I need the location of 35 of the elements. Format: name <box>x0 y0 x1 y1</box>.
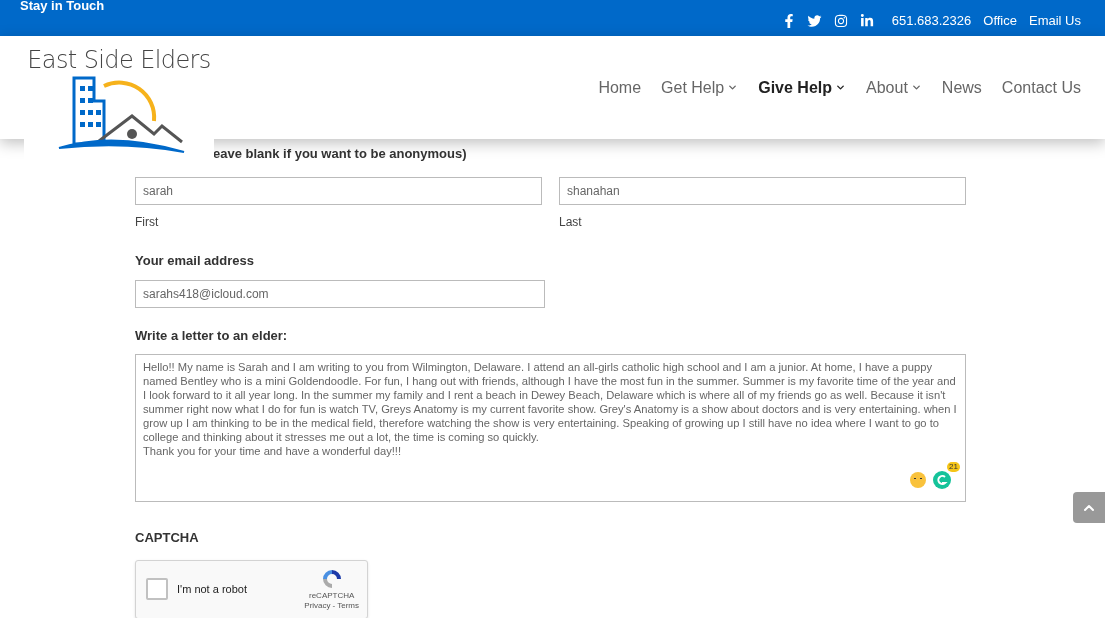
linkedin-icon[interactable] <box>859 13 874 28</box>
email-field[interactable]: sarahs418@icloud.com <box>135 279 545 308</box>
facebook-icon[interactable] <box>782 13 795 28</box>
robot-checkbox[interactable] <box>146 578 168 600</box>
nav-item[interactable]: Give Help <box>758 75 847 100</box>
instagram-icon[interactable] <box>833 13 848 28</box>
privacy-link[interactable]: Privacy <box>304 601 331 611</box>
top-link[interactable]: Office <box>983 11 1017 31</box>
nav-item[interactable]: News <box>941 75 982 100</box>
text-field[interactable]: shanahan <box>559 177 966 205</box>
name-label: eave blank if you want to be anonymous) <box>213 145 468 163</box>
recaptcha-brand: reCAPTCHA <box>309 591 355 601</box>
nav-item[interactable]: Home <box>598 75 642 100</box>
twitter-icon[interactable] <box>806 13 822 28</box>
scroll-top-button[interactable] <box>1073 492 1105 523</box>
phone-link[interactable]: 651.683.2326 <box>891 11 972 31</box>
letter-textarea[interactable] <box>135 354 966 502</box>
letter-text: Hello!! My name is Sarah and I am writing to you from Wilmington, Delaware. I attend an all-girls catholic high school and I am a junior. At home, I have a puppy named Bentley who is a mini Goldendoodle. For fun, I hang out with friends, although I have the most fun in the summer. Summer is my favorite time of the year and I look forward to it all year long. In the summer my family and I rent a beach in Dewey Beach, Delaware which is where all of my friends go as well. Because it isn't summer right now what I do for fun is watch TV, Greys Anatomy is my current favorite show. Grey's Anatomy is a show about doctors and is very entertaining. when I grow up I am thinking to be in the medical field, therefore watching the show is very entertaining. Speaking of growing up I still have no idea where I want to go to college and thinking about it stresses me out a lot, the time is coming so quickly. Thank you for your time and have a wonderful day!!! <box>143 360 958 458</box>
logo-text: East Side Elders <box>27 45 211 76</box>
top-link[interactable]: Email Us <box>1029 11 1081 31</box>
captcha-label: CAPTCHA <box>135 529 200 547</box>
nav-item[interactable]: Get Help <box>661 75 739 100</box>
text-field[interactable]: sarah <box>135 177 542 205</box>
field-sublabel: Last <box>559 214 583 231</box>
grammar-icon[interactable] <box>933 471 951 489</box>
email-label: Your email address <box>135 252 255 270</box>
checkbox-label: I'm not a robot <box>177 581 248 597</box>
link-separator: - <box>332 601 336 611</box>
nav-item[interactable]: About <box>866 75 922 100</box>
terms-link[interactable]: Terms <box>337 601 359 611</box>
tagline: Stay in Touch <box>20 0 105 12</box>
grammar-count: 21 <box>947 462 960 472</box>
field-sublabel: First <box>135 214 160 231</box>
nav-item[interactable]: Contact Us <box>1001 75 1081 100</box>
letter-label: Write a letter to an elder: <box>135 326 289 345</box>
